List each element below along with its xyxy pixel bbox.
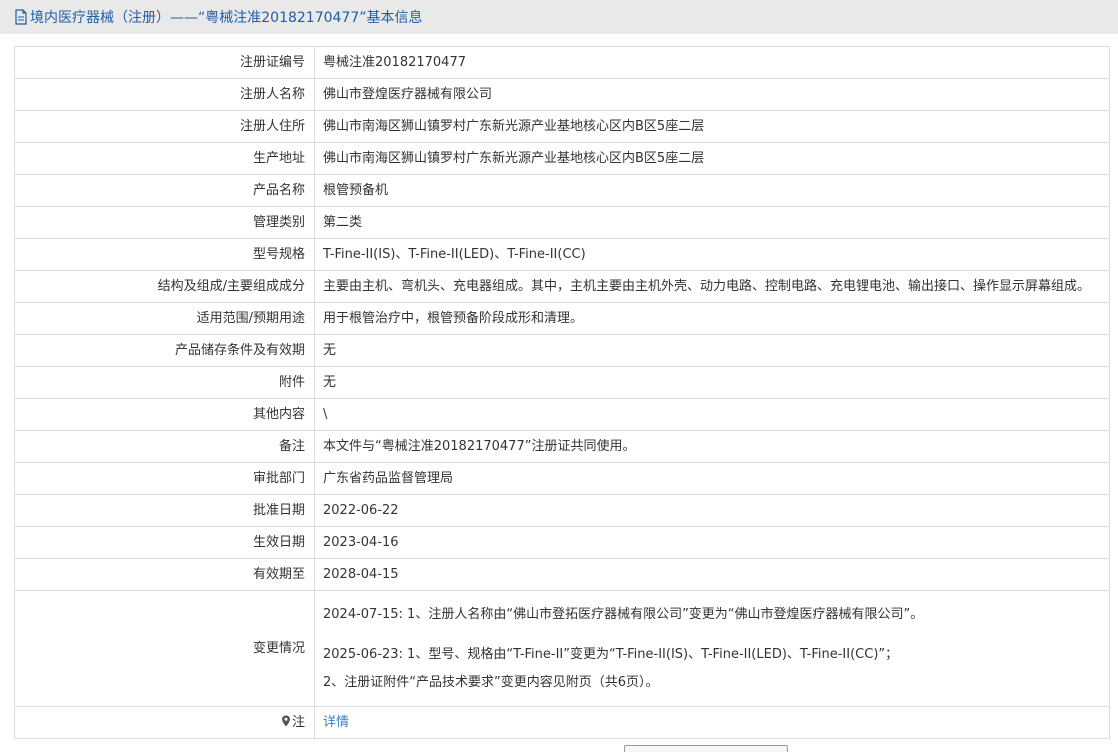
table-row: 注册证编号 粤械注准20182170477: [14, 46, 1110, 79]
note-label-cell: 注: [14, 706, 315, 739]
field-value: 根管预备机: [314, 174, 1110, 207]
field-value-note: 详情: [314, 706, 1110, 739]
field-value: 佛山市南海区狮山镇罗村广东新光源产业基地核心区内B区5座二层: [314, 110, 1110, 143]
field-value: 主要由主机、弯机头、充电器组成。其中，主机主要由主机外壳、动力电路、控制电路、充…: [314, 270, 1110, 303]
field-value: 本文件与“粤械注准20182170477”注册证共同使用。: [314, 430, 1110, 463]
table-row: 有效期至 2028-04-15: [14, 558, 1110, 591]
field-label: 注册证编号: [14, 46, 315, 79]
field-value: 佛山市登煌医疗器械有限公司: [314, 78, 1110, 111]
change-entry: 2025-06-23: 1、型号、规格由“T-Fine-II”变更为“T-Fin…: [323, 646, 899, 662]
field-label: 生产地址: [14, 142, 315, 175]
field-label: 附件: [14, 366, 315, 399]
table-row: 审批部门 广东省药品监督管理局: [14, 462, 1110, 495]
table-row: 其他内容 \: [14, 398, 1110, 431]
page-title: 境内医疗器械（注册）——“粤械注准20182170477”基本信息: [30, 10, 423, 26]
table-row: 附件无: [14, 366, 1110, 399]
field-value: 广东省药品监督管理局: [314, 462, 1110, 495]
field-label: 备注: [14, 430, 315, 463]
field-label: 有效期至: [14, 558, 315, 591]
field-value: 2023-04-16: [314, 526, 1110, 559]
table-row: 注册人名称 佛山市登煌医疗器械有限公司: [14, 78, 1110, 111]
field-value: 2022-06-22: [314, 494, 1110, 527]
field-label: 注册人住所: [14, 110, 315, 143]
field-value-changes: 2024-07-15: 1、注册人名称由“佛山市登拓医疗器械有限公司”变更为“佛…: [314, 590, 1110, 707]
field-label: 适用范围/预期用途: [14, 302, 315, 335]
field-value: 佛山市南海区狮山镇罗村广东新光源产业基地核心区内B区5座二层: [314, 142, 1110, 175]
table-row-changes: 变更情况 2024-07-15: 1、注册人名称由“佛山市登拓医疗器械有限公司”…: [14, 590, 1110, 707]
page-title-bar: 境内医疗器械（注册）——“粤械注准20182170477”基本信息: [0, 0, 1118, 34]
table-row: 产品储存条件及有效期无: [14, 334, 1110, 367]
field-label: 管理类别: [14, 206, 315, 239]
field-value: 2028-04-15: [314, 558, 1110, 591]
field-value: 粤械注准20182170477: [314, 46, 1110, 79]
table-row: 批准日期 2022-06-22: [14, 494, 1110, 527]
field-label: 注册人名称: [14, 78, 315, 111]
table-row: 结构及组成/主要组成成分 主要由主机、弯机头、充电器组成。其中，主机主要由主机外壳…: [14, 270, 1110, 303]
table-row: 适用范围/预期用途 用于根管治疗中，根管预备阶段成形和清理。: [14, 302, 1110, 335]
field-label: 审批部门: [14, 462, 315, 495]
table-row: 产品名称 根管预备机: [14, 174, 1110, 207]
table-row: 管理类别 第二类: [14, 206, 1110, 239]
field-label: 批准日期: [14, 494, 315, 527]
table-row-note: 注 详情: [14, 706, 1110, 739]
table-row: 注册人住所 佛山市南海区狮山镇罗村广东新光源产业基地核心区内B区5座二层: [14, 110, 1110, 143]
field-label: 结构及组成/主要组成成分: [14, 270, 315, 303]
table-row: 型号规格 T-Fine-II(IS)、T-Fine-II(LED)、T-Fine-…: [14, 238, 1110, 271]
field-value: T-Fine-II(IS)、T-Fine-II(LED)、T-Fine-II(C…: [314, 238, 1110, 271]
table-row: 生效日期 2023-04-16: [14, 526, 1110, 559]
registration-info-table: 注册证编号 粤械注准20182170477 注册人名称 佛山市登煌医疗器械有限公司 注册…: [14, 46, 1110, 739]
field-value: \: [314, 398, 1110, 431]
field-label: 其他内容: [14, 398, 315, 431]
field-label: 变更情况: [14, 590, 315, 707]
table-row: 备注 本文件与“粤械注准20182170477”注册证共同使用。: [14, 430, 1110, 463]
field-value: 无: [314, 366, 1110, 399]
change-entry: 2024-07-15: 1、注册人名称由“佛山市登拓医疗器械有限公司”变更为“佛…: [323, 606, 924, 622]
change-entry: 2、注册证附件“产品技术要求”变更内容见附页（共6页）。: [323, 674, 659, 690]
field-label: 生效日期: [14, 526, 315, 559]
details-link[interactable]: 详情: [323, 715, 349, 730]
field-value: 无: [314, 334, 1110, 367]
field-label: 产品储存条件及有效期: [14, 334, 315, 367]
field-value: 第二类: [314, 206, 1110, 239]
table-row: 生产地址 佛山市南海区狮山镇罗村广东新光源产业基地核心区内B区5座二层: [14, 142, 1110, 175]
document-icon: [15, 9, 27, 25]
note-label: 注: [291, 714, 305, 730]
location-pin-icon: [281, 715, 290, 726]
field-label: 型号规格: [14, 238, 315, 271]
field-label: 产品名称: [14, 174, 315, 207]
field-value: 用于根管治疗中，根管预备阶段成形和清理。: [314, 302, 1110, 335]
